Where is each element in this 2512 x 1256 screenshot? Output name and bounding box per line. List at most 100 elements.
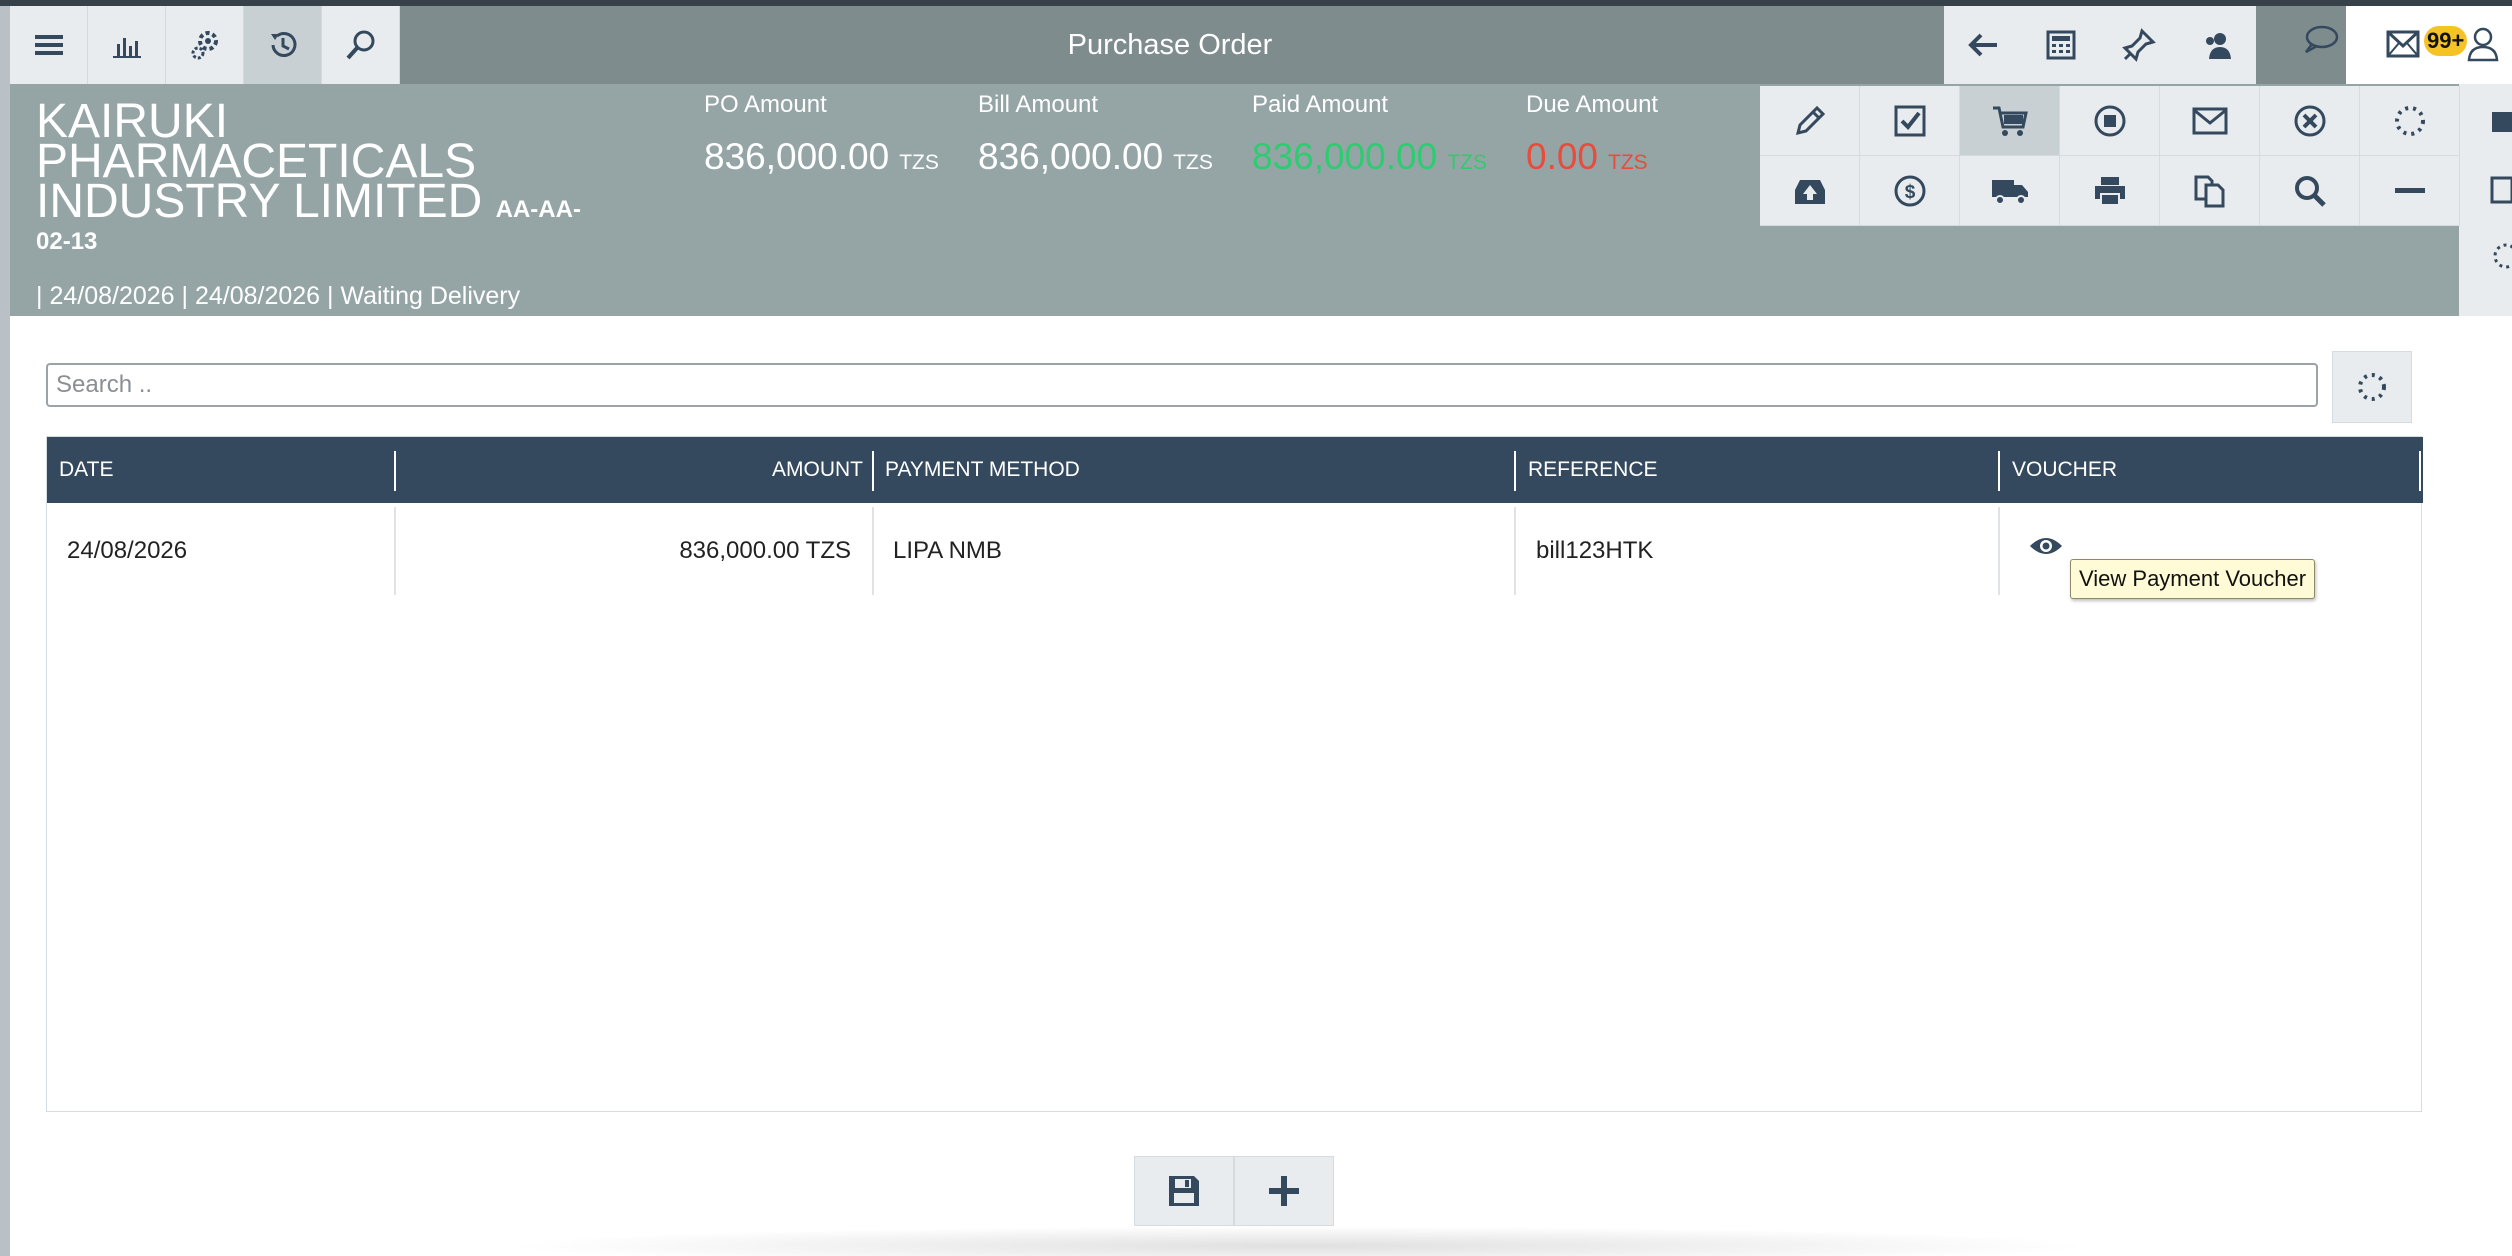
stop-icon [2094, 105, 2125, 136]
order-dates-status: | 24/08/2026 | 24/08/2026 | Waiting Deli… [36, 282, 521, 310]
add-button[interactable] [1234, 1156, 1334, 1226]
pin-icon [2122, 28, 2156, 62]
user-icon [2467, 27, 2499, 62]
column-header-date[interactable]: DATE [59, 437, 113, 503]
due-amount-currency: TZS [1608, 151, 1648, 174]
email-button[interactable] [2160, 86, 2260, 156]
global-search-button[interactable] [322, 6, 400, 84]
column-divider[interactable] [872, 451, 874, 491]
view-voucher-button[interactable] [2028, 532, 2064, 565]
column-header-amount[interactable]: AMOUNT [399, 437, 863, 503]
company-name-text: KAIRUKI PHARMACETICALS INDUSTRY LIMITED [36, 95, 483, 228]
action-grid: $ [1760, 86, 2460, 226]
search-input[interactable] [46, 363, 2318, 407]
chat-button[interactable] [2300, 22, 2340, 63]
cell-reference: bill123HTK [1536, 537, 1654, 564]
column-divider[interactable] [2419, 451, 2421, 491]
po-amount-value: 836,000.00 [704, 136, 890, 177]
table-row[interactable]: 24/08/2026 836,000.00 TZS LIPA NMB bill1… [47, 507, 2423, 595]
settings-icon [191, 31, 218, 60]
cancel-icon [2294, 105, 2325, 136]
column-header-voucher[interactable]: VOUCHER [2012, 437, 2117, 503]
payments-table: DATE AMOUNT PAYMENT METHOD REFERENCE VOU… [46, 436, 2423, 1112]
edit-button[interactable] [1760, 86, 1860, 156]
search-icon [346, 30, 374, 60]
contacts-button[interactable] [2178, 6, 2256, 84]
archive-button[interactable] [1760, 156, 1860, 226]
po-amount-currency: TZS [899, 151, 939, 174]
notification-badge[interactable]: 99+ [2424, 26, 2468, 56]
po-amount-label: PO Amount [704, 91, 827, 118]
loading-icon [2358, 373, 2386, 401]
calculator-icon [2046, 30, 2076, 60]
print-icon [2094, 176, 2125, 206]
edge-print-button[interactable] [2480, 92, 2512, 152]
bill-amount-label: Bill Amount [978, 91, 1099, 118]
settings-button[interactable] [166, 6, 244, 84]
bill-amount-value: 836,000.00 [978, 136, 1164, 177]
svg-text:$: $ [1904, 182, 1915, 203]
edge-loading-button[interactable] [2480, 226, 2512, 286]
back-button[interactable] [1944, 6, 2022, 84]
zoom-button[interactable] [2260, 156, 2360, 226]
row-divider [872, 507, 874, 595]
cancel-button[interactable] [2260, 86, 2360, 156]
refresh-button[interactable] [2332, 351, 2412, 423]
column-header-payment-method[interactable]: PAYMENT METHOD [885, 437, 1080, 503]
mail-button[interactable] [2386, 30, 2420, 63]
column-divider[interactable] [394, 451, 396, 491]
due-amount-label: Due Amount [1526, 91, 1659, 118]
calculator-button[interactable] [2022, 6, 2100, 84]
loading-button[interactable] [2360, 86, 2460, 156]
cell-date: 24/08/2026 [67, 537, 188, 564]
delivery-button[interactable] [1960, 156, 2060, 226]
history-icon [270, 32, 296, 57]
approve-button[interactable] [1860, 86, 1960, 156]
chart-icon [112, 38, 141, 58]
column-header-reference[interactable]: REFERENCE [1528, 437, 1658, 503]
payment-icon: $ [1894, 175, 1925, 206]
zoom-icon [2294, 175, 2326, 207]
print-button[interactable] [2060, 156, 2160, 226]
table-header: DATE AMOUNT PAYMENT METHOD REFERENCE VOU… [47, 437, 2423, 503]
cell-payment-method: LIPA NMB [893, 537, 1002, 564]
menu-button[interactable] [10, 6, 88, 84]
copy-icon [2194, 175, 2224, 207]
save-button[interactable] [1134, 1156, 1234, 1226]
paid-amount-label: Paid Amount [1252, 91, 1389, 118]
edit-icon [1795, 105, 1825, 135]
row-divider [1998, 507, 2000, 595]
contacts-icon [2206, 33, 2231, 59]
order-code-part2: 02-13 [36, 228, 98, 255]
top-toolbar: Purchase Order [10, 6, 2469, 84]
paid-amount: Paid Amount 836,000.00 TZS [1252, 90, 1487, 178]
cell-amount: 836,000.00 TZS [679, 537, 851, 564]
menu-icon [34, 35, 63, 55]
paid-amount-currency: TZS [1447, 151, 1487, 174]
loading-icon [2394, 105, 2425, 136]
row-divider [394, 507, 396, 595]
bottom-shadow [500, 1226, 2100, 1256]
copy-button[interactable] [2160, 156, 2260, 226]
pin-button[interactable] [2100, 6, 2178, 84]
minus-button[interactable] [2360, 156, 2460, 226]
print-icon [2492, 112, 2512, 132]
back-arrow-icon [1968, 33, 1997, 57]
column-divider[interactable] [1998, 451, 2000, 491]
bill-amount-currency: TZS [1173, 151, 1213, 174]
payment-button[interactable]: $ [1860, 156, 1960, 226]
company-name: KAIRUKI PHARMACETICALS INDUSTRY LIMITED … [36, 98, 636, 230]
due-amount: Due Amount 0.00 TZS [1526, 90, 1658, 178]
stop-button[interactable] [2060, 86, 2160, 156]
row-divider [1514, 507, 1516, 595]
approve-icon [1894, 105, 1925, 136]
column-divider[interactable] [1514, 451, 1516, 491]
history-button[interactable] [244, 6, 322, 84]
order-code-part1: AA-AA- [495, 196, 581, 223]
edge-excel-button[interactable] [2480, 160, 2512, 220]
reports-button[interactable] [88, 6, 166, 84]
cart-button[interactable] [1960, 86, 2060, 156]
eye-icon [2030, 538, 2062, 554]
voucher-tooltip: View Payment Voucher [2070, 559, 2316, 599]
user-menu-button[interactable] [2466, 26, 2500, 67]
